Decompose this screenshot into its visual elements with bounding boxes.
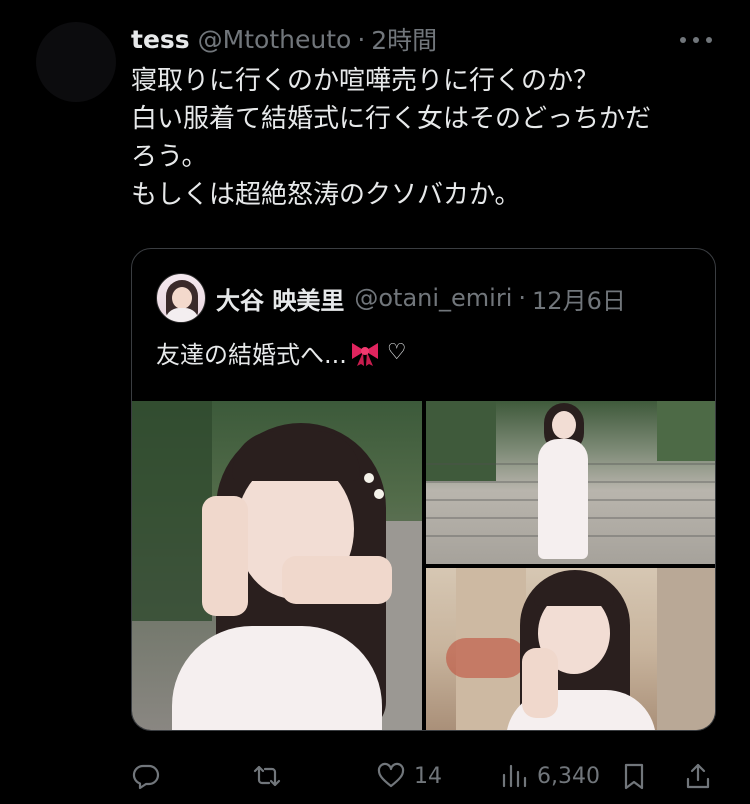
more-dot-icon — [680, 37, 686, 43]
bookmark-icon — [624, 763, 644, 790]
bookmark-button[interactable] — [619, 756, 649, 796]
quoted-tweet[interactable]: 大谷 映美里 @otani_emiri · 12月6日 友達の結婚式へ... ♡ — [131, 248, 716, 731]
heart-icon — [377, 762, 405, 788]
separator-dot: · — [518, 284, 527, 312]
retweet-button[interactable] — [252, 756, 290, 796]
more-options-button[interactable] — [676, 28, 716, 52]
views-icon — [502, 764, 527, 788]
quoted-author-handle[interactable]: @otani_emiri — [354, 284, 512, 312]
tweet-text-line: もしくは超絶怒涛のクソバカか。 — [131, 180, 521, 210]
share-button[interactable] — [683, 756, 713, 796]
quoted-photo-3[interactable] — [426, 568, 715, 730]
author-avatar[interactable] — [36, 22, 116, 102]
tweet-text-line: 寝取りに行くのか喧嘩売りに行くのか？ — [131, 66, 600, 96]
quoted-photo-2[interactable] — [426, 401, 715, 564]
reply-icon — [132, 764, 160, 790]
quoted-author-avatar[interactable] — [156, 273, 206, 323]
like-button[interactable]: 14 — [376, 756, 442, 796]
share-icon — [686, 763, 710, 789]
ribbon-icon — [351, 342, 378, 366]
views-count: 6,340 — [537, 763, 600, 789]
separator-dot: · — [357, 24, 366, 54]
tweet-actions-bar: 14 6,340 — [131, 756, 716, 796]
quoted-photo-1[interactable] — [132, 401, 422, 730]
quoted-tweet-header: 大谷 映美里 @otani_emiri · 12月6日 — [156, 273, 626, 323]
tweet-header: tess @Mtotheuto · 2時間 — [131, 22, 437, 56]
reply-button[interactable] — [131, 756, 169, 796]
tweet-timestamp[interactable]: 2時間 — [371, 21, 437, 57]
white-heart-emoji: ♡ — [386, 340, 407, 365]
author-handle[interactable]: @Mtotheuto — [198, 25, 352, 54]
author-display-name[interactable]: tess — [131, 25, 190, 54]
tweet-text: 寝取りに行くのか喧嘩売りに行くのか？ 白い服着て結婚式に行く女はそのどっちかだ … — [131, 62, 706, 214]
quoted-author-display-name[interactable]: 大谷 映美里 — [216, 281, 344, 316]
more-dot-icon — [693, 37, 699, 43]
quoted-tweet-timestamp: 12月6日 — [532, 286, 626, 315]
more-dot-icon — [706, 37, 712, 43]
like-count: 14 — [414, 763, 442, 789]
views-button[interactable]: 6,340 — [499, 756, 600, 796]
retweet-icon — [253, 765, 281, 787]
quoted-tweet-text-body: 友達の結婚式へ... — [156, 341, 347, 369]
tweet-text-line: 白い服着て結婚式に行く女はそのどっちかだ — [131, 104, 652, 134]
quoted-tweet-text: 友達の結婚式へ... ♡ — [156, 335, 407, 370]
tweet-text-line: ろう。 — [131, 142, 208, 172]
